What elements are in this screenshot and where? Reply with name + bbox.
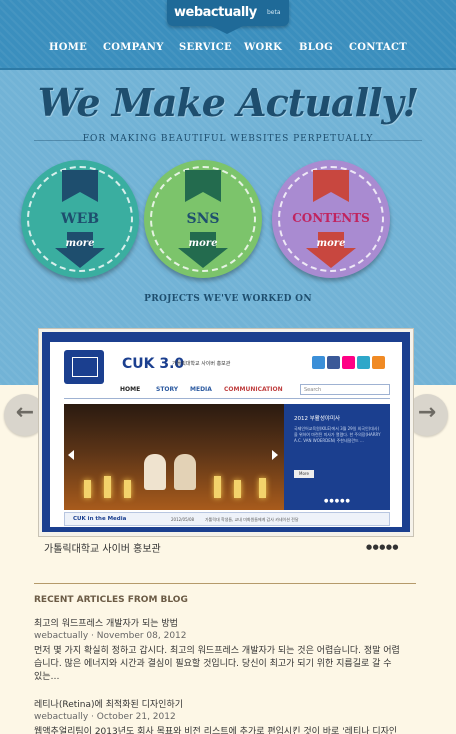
project-screenshot[interactable]: CUK 3.0 가톨릭대학교 사이버 홍보관 HOME STORY MEDIA … — [42, 332, 410, 532]
nav-service[interactable]: SERVICE — [179, 42, 232, 53]
flickr-icon — [342, 356, 355, 369]
photo-candle — [234, 480, 241, 498]
nav-company[interactable]: COMPANY — [103, 42, 164, 53]
slide-next-icon — [272, 450, 278, 460]
nav-work[interactable]: WORK — [244, 42, 282, 53]
media-label: CUK in the Media — [73, 516, 127, 522]
badge-sns-label: SNS — [186, 211, 220, 227]
facebook-icon — [327, 356, 340, 369]
feature-photo — [64, 404, 284, 510]
cuk-nav-communication: COMMUNICATION — [224, 386, 283, 393]
badge-sns[interactable]: SNS more — [144, 160, 262, 278]
article-excerpt: 웹액추얼리팀이 2013년도 회사 목표와 비전 리스트에 추가로 편입시킨 것… — [34, 726, 420, 734]
twitter-icon — [312, 356, 325, 369]
nav-home[interactable]: HOME — [49, 42, 87, 53]
project-caption: 가톨릭대학교 사이버 홍보관 — [44, 544, 161, 555]
site-logo[interactable]: webactually — [174, 5, 257, 20]
media-text: 가톨릭대 학생들, 교내 미화원들에게 감사 카네이션 전달 — [205, 517, 299, 522]
article-author: webactually — [34, 712, 89, 722]
photo-figure — [144, 454, 166, 490]
photo-candle — [124, 480, 131, 498]
slide-prev-icon — [68, 450, 74, 460]
blog-divider — [34, 583, 416, 584]
excerpt-line: 웹액추얼리팀이 2013년도 회사 목표와 비전 리스트에 추가로 편입시킨 것… — [34, 727, 398, 734]
media-date: 2012/05/08 — [171, 517, 195, 522]
feature-more-button: More — [294, 470, 314, 478]
ribbon-icon — [313, 170, 349, 202]
cuk-subtitle: 가톨릭대학교 사이버 홍보관 — [172, 361, 231, 367]
ribbon-icon — [185, 170, 221, 202]
main-nav: HOME COMPANY SERVICE WORK BLOG CONTACT — [0, 42, 456, 58]
cuk-divider — [64, 398, 390, 399]
vimeo-icon — [357, 356, 370, 369]
feature-pager: ●●●●● — [324, 498, 351, 504]
badge-web-more: more — [65, 238, 95, 249]
cuk-page: CUK 3.0 가톨릭대학교 사이버 홍보관 HOME STORY MEDIA … — [50, 342, 402, 527]
university-logo-icon — [64, 350, 104, 384]
hero-subtitle: FOR MAKING BEAUTIFUL WEBSITES PERPETUALL… — [82, 134, 374, 144]
cuk-nav-media: MEDIA — [190, 386, 212, 393]
feature-title: 2012 부활성야미사 — [294, 416, 341, 422]
cuk-nav-home: HOME — [120, 386, 141, 393]
photo-figure — [174, 454, 196, 490]
nav-blog[interactable]: BLOG — [299, 42, 333, 53]
media-bar: CUK in the Media 2012/05/08 가톨릭대 학생들, 교내… — [64, 512, 390, 526]
cuk-search-field: Search — [300, 384, 390, 395]
badge-contents[interactable]: CONTENTS more — [272, 160, 390, 278]
cuk-nav-story: STORY — [156, 386, 179, 393]
article-date: November 08, 2012 — [96, 631, 187, 641]
projects-heading: PROJECTS WE'VE WORKED ON — [144, 294, 312, 304]
excerpt-line: 먼저 몇 가지 확실히 정하고 갑시다. 최고의 워드프레스 개발자가 되는 것… — [34, 646, 400, 656]
badge-sns-more: more — [188, 238, 218, 249]
nav-contact[interactable]: CONTACT — [349, 42, 407, 53]
excerpt-line: 습니다. 많은 에너지와 시간과 결심이 필요할 것입니다. 당신이 최고가 되… — [34, 659, 392, 669]
article-meta: webactually · October 21, 2012 — [34, 712, 176, 722]
article-excerpt: 먼저 몇 가지 확실히 정하고 갑시다. 최고의 워드프레스 개발자가 되는 것… — [34, 645, 420, 684]
feature-body: 국제인어교육원(KILE)에서 3월 29일 외국인(대사)을 위하여 마련된 … — [294, 426, 381, 443]
article-date: October 21, 2012 — [96, 712, 176, 722]
photo-candle — [104, 476, 111, 498]
excerpt-line: 있는… — [34, 672, 60, 682]
rss-icon — [372, 356, 385, 369]
logo-beta-badge: beta — [267, 9, 281, 16]
badge-contents-label: CONTENTS — [292, 211, 370, 225]
article-title[interactable]: 레티나(Retina)에 최적화된 디자인하기 — [34, 697, 183, 710]
article-author: webactually — [34, 631, 89, 641]
blog-heading: RECENT ARTICLES FROM BLOG — [34, 595, 188, 605]
article-title[interactable]: 최고의 워드프레스 개발자가 되는 방법 — [34, 616, 178, 629]
badge-web[interactable]: WEB more — [21, 160, 139, 278]
ribbon-icon — [62, 170, 98, 202]
photo-candle — [259, 478, 266, 498]
photo-candle — [84, 480, 91, 498]
carousel-pager[interactable]: ●●●●● — [366, 543, 399, 551]
badge-web-label: WEB — [60, 211, 100, 227]
feature-info: 2012 부활성야미사 국제인어교육원(KILE)에서 3월 29일 외국인(대… — [284, 404, 390, 510]
article-meta: webactually · November 08, 2012 — [34, 631, 187, 641]
badge-contents-more: more — [316, 238, 346, 249]
site-header: webactually beta HOME COMPANY SERVICE WO… — [0, 0, 456, 70]
hero-title: We Make Actually! — [37, 80, 419, 125]
photo-candle — [214, 476, 221, 498]
